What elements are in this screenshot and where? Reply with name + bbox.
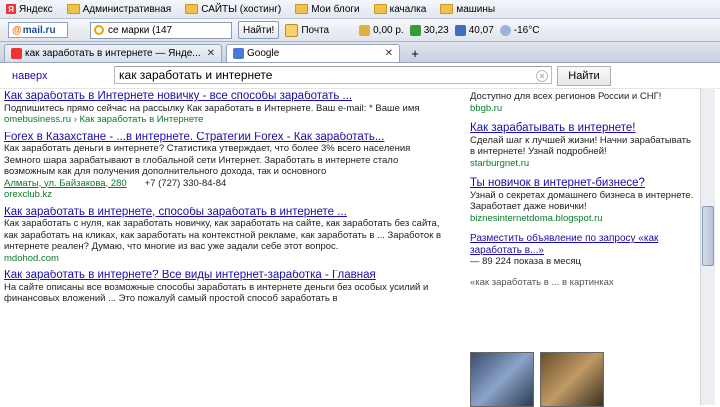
new-tab-button[interactable]: + xyxy=(406,45,424,62)
ad-url[interactable]: bbgb.ru xyxy=(470,103,698,115)
ad-item: Ты новичок в интернет-бизнесе? Узнай о с… xyxy=(470,177,698,225)
result-snippet: Как заработать с нуля, как заработать но… xyxy=(4,218,442,252)
ad-title[interactable]: Ты новичок в интернет-бизнесе? xyxy=(470,177,698,190)
ads-column: Доступно для всех регионов России и СНГ!… xyxy=(470,91,698,297)
yandex-icon: Я xyxy=(6,4,16,14)
image-thumbnail[interactable] xyxy=(540,352,604,407)
result-item: Forex в Казахстане - ...в интернете. Стр… xyxy=(4,132,459,201)
search-input[interactable]: как заработать и интернете xyxy=(114,66,552,84)
dollar-rate[interactable]: 30,23 xyxy=(409,24,449,36)
result-item: Как заработать в интернете? Все виды инт… xyxy=(4,270,459,305)
ad-url[interactable]: biznesinternetdoma.blogspot.ru xyxy=(470,213,698,225)
euro-rate[interactable]: 40,07 xyxy=(454,24,494,36)
ad-text: Узнай о секретах домашнего бизнеса в инт… xyxy=(470,189,694,213)
bookmark-cars[interactable]: машины xyxy=(440,4,495,15)
tab-yandex[interactable]: как заработать в интернете — Янде... ✕ xyxy=(4,44,223,62)
result-snippet: Подпишитесь прямо сейчас на рассылку Как… xyxy=(4,102,420,114)
balance-widget[interactable]: 0,00 р. xyxy=(359,24,404,36)
clear-icon[interactable]: ✕ xyxy=(536,70,548,82)
tab-strip: как заработать в интернете — Янде... ✕ Go… xyxy=(0,42,720,63)
result-title[interactable]: Как заработать в Интернете новичку - все… xyxy=(4,91,459,103)
ad-item: Разместить объявление по запросу «как за… xyxy=(470,233,698,268)
result-url[interactable]: mdohod.com xyxy=(4,253,459,265)
google-icon xyxy=(233,48,245,59)
weather-widget[interactable]: -16°С xyxy=(499,24,539,36)
folder-icon xyxy=(66,4,80,14)
result-url[interactable]: orexclub.kz xyxy=(4,189,459,201)
result-snippet: Как заработать деньги в интернете? Стати… xyxy=(4,143,411,177)
folder-icon xyxy=(185,4,199,14)
envelope-icon xyxy=(285,23,299,37)
bookmarks-bar: Я Яндекс Административная САЙТЫ (хостинг)… xyxy=(0,0,720,19)
ad-url[interactable]: starburgnet.ru xyxy=(470,158,698,170)
cloud-icon xyxy=(499,24,511,36)
ad-item: Как зарабатывать в интернете! Сделай шаг… xyxy=(470,122,698,170)
ad-text: — 89 224 показа в месяц xyxy=(470,256,581,267)
search-icon xyxy=(94,25,104,35)
ad-title[interactable]: Разместить объявление по запросу «как за… xyxy=(470,233,698,256)
bookmark-sites[interactable]: САЙТЫ (хостинг) xyxy=(185,4,281,15)
scrollbar-thumb[interactable] xyxy=(702,206,714,266)
image-thumbnail[interactable] xyxy=(470,352,534,407)
scrollbar[interactable] xyxy=(700,88,715,405)
back-to-top-link[interactable]: наверх xyxy=(12,70,48,82)
bookmark-admin[interactable]: Административная xyxy=(66,4,171,15)
bookmark-yandex[interactable]: Я Яндекс xyxy=(6,4,53,15)
result-title[interactable]: Как заработать в интернете, способы зара… xyxy=(4,207,459,219)
close-icon[interactable]: ✕ xyxy=(385,48,393,59)
at-icon: @ xyxy=(12,24,22,36)
mail-button[interactable]: Почта xyxy=(285,23,329,37)
toolbar-search-input[interactable]: се марки (147 xyxy=(90,21,232,39)
bookmark-blogs[interactable]: Мои блоги xyxy=(295,4,360,15)
close-icon[interactable]: ✕ xyxy=(207,48,215,59)
images-title[interactable]: «как заработать в ... в картинках xyxy=(470,277,698,289)
folder-icon xyxy=(295,4,309,14)
result-phone: +7 (727) 330-84-84 xyxy=(144,177,227,189)
ad-item: Доступно для всех регионов России и СНГ!… xyxy=(470,91,698,114)
ad-title[interactable]: Как зарабатывать в интернете! xyxy=(470,122,698,135)
wallet-icon xyxy=(359,24,371,36)
result-item: Как заработать в интернете, способы зара… xyxy=(4,207,459,265)
images-link: «как заработать в ... в картинках xyxy=(470,277,698,289)
result-item: Как заработать в Интернете новичку - все… xyxy=(4,91,459,126)
search-results: Как заработать в Интернете новичку - все… xyxy=(0,91,455,311)
folder-icon xyxy=(440,4,454,14)
result-url[interactable]: omebusiness.ru › Как заработать в Интерн… xyxy=(4,114,459,126)
mailru-logo[interactable]: @ mail.ru xyxy=(8,22,68,38)
tab-google[interactable]: Google ✕ xyxy=(226,44,401,62)
toolbar-find-button[interactable]: Найти! xyxy=(238,21,280,39)
ad-text: Сделай шаг к лучшей жизни! Начни зарабат… xyxy=(470,134,691,158)
yandex-icon xyxy=(11,48,22,59)
search-button[interactable]: Найти xyxy=(557,66,611,86)
result-address[interactable]: Алматы, ул. Байзакова, 280 xyxy=(4,178,127,190)
folder-icon xyxy=(373,4,387,14)
dollar-icon xyxy=(409,24,421,36)
result-title[interactable]: Как заработать в интернете? Все виды инт… xyxy=(4,270,459,282)
mailru-toolbar: @ mail.ru се марки (147 Найти! Почта 0,00… xyxy=(0,19,720,42)
ad-text: Доступно для всех регионов России и СНГ! xyxy=(470,91,662,102)
result-snippet: На сайте описаны все возможные способы з… xyxy=(4,281,429,305)
result-title[interactable]: Forex в Казахстане - ...в интернете. Стр… xyxy=(4,132,459,144)
euro-icon xyxy=(454,24,466,36)
bookmark-gym[interactable]: качалка xyxy=(373,4,426,15)
